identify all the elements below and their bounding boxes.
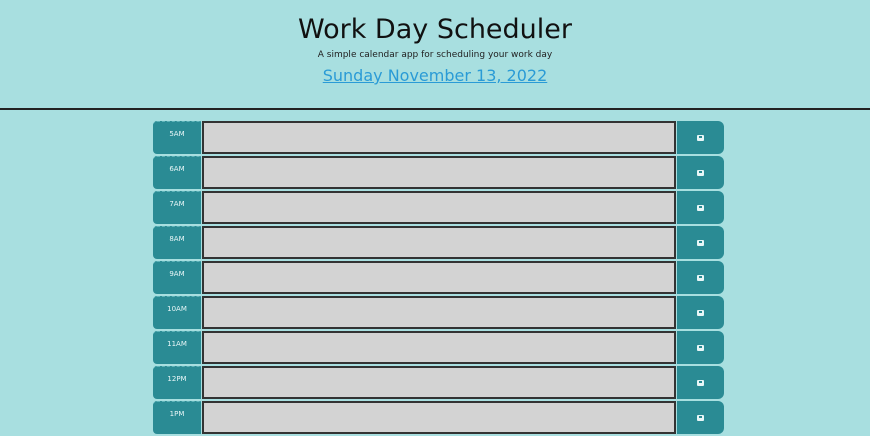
header: Work Day Scheduler A simple calendar app… — [0, 0, 870, 110]
save-button[interactable] — [677, 261, 724, 294]
page-subtitle: A simple calendar app for scheduling you… — [317, 50, 553, 60]
hour-label: 7AM — [153, 191, 201, 224]
hour-label: 6AM — [153, 156, 201, 189]
save-icon — [697, 414, 704, 421]
event-description-input[interactable] — [202, 296, 676, 329]
event-description-input[interactable] — [202, 226, 676, 259]
time-block: 10AM — [153, 296, 725, 329]
hour-label: 8AM — [153, 226, 201, 259]
save-button[interactable] — [677, 366, 724, 399]
current-day-link[interactable]: Sunday November 13, 2022 — [323, 66, 548, 86]
save-icon — [697, 309, 704, 316]
save-icon — [697, 379, 704, 386]
save-button[interactable] — [677, 401, 724, 434]
hour-label: 5AM — [153, 121, 201, 154]
time-block-container: 5AM 6AM 7AM 8AM 9AM 10AM 11AM 12PM 1PM — [153, 121, 725, 436]
time-block: 7AM — [153, 191, 725, 224]
event-description-input[interactable] — [202, 156, 676, 189]
page-title: Work Day Scheduler — [297, 14, 573, 45]
event-description-input[interactable] — [202, 191, 676, 224]
hour-label: 11AM — [153, 331, 201, 364]
time-block: 1PM — [153, 401, 725, 434]
time-block: 12PM — [153, 366, 725, 399]
event-description-input[interactable] — [202, 261, 676, 294]
save-icon — [697, 239, 704, 246]
save-button[interactable] — [677, 296, 724, 329]
time-block: 8AM — [153, 226, 725, 259]
hour-label: 1PM — [153, 401, 201, 434]
time-block: 9AM — [153, 261, 725, 294]
time-block: 6AM — [153, 156, 725, 189]
event-description-input[interactable] — [202, 121, 676, 154]
save-icon — [697, 344, 704, 351]
event-description-input[interactable] — [202, 331, 676, 364]
time-block: 11AM — [153, 331, 725, 364]
event-description-input[interactable] — [202, 401, 676, 434]
save-icon — [697, 134, 704, 141]
time-block: 5AM — [153, 121, 725, 154]
save-button[interactable] — [677, 331, 724, 364]
hour-label: 9AM — [153, 261, 201, 294]
save-icon — [697, 169, 704, 176]
save-button[interactable] — [677, 156, 724, 189]
hour-label: 10AM — [153, 296, 201, 329]
save-button[interactable] — [677, 121, 724, 154]
save-button[interactable] — [677, 226, 724, 259]
save-icon — [697, 204, 704, 211]
event-description-input[interactable] — [202, 366, 676, 399]
save-button[interactable] — [677, 191, 724, 224]
save-icon — [697, 274, 704, 281]
hour-label: 12PM — [153, 366, 201, 399]
